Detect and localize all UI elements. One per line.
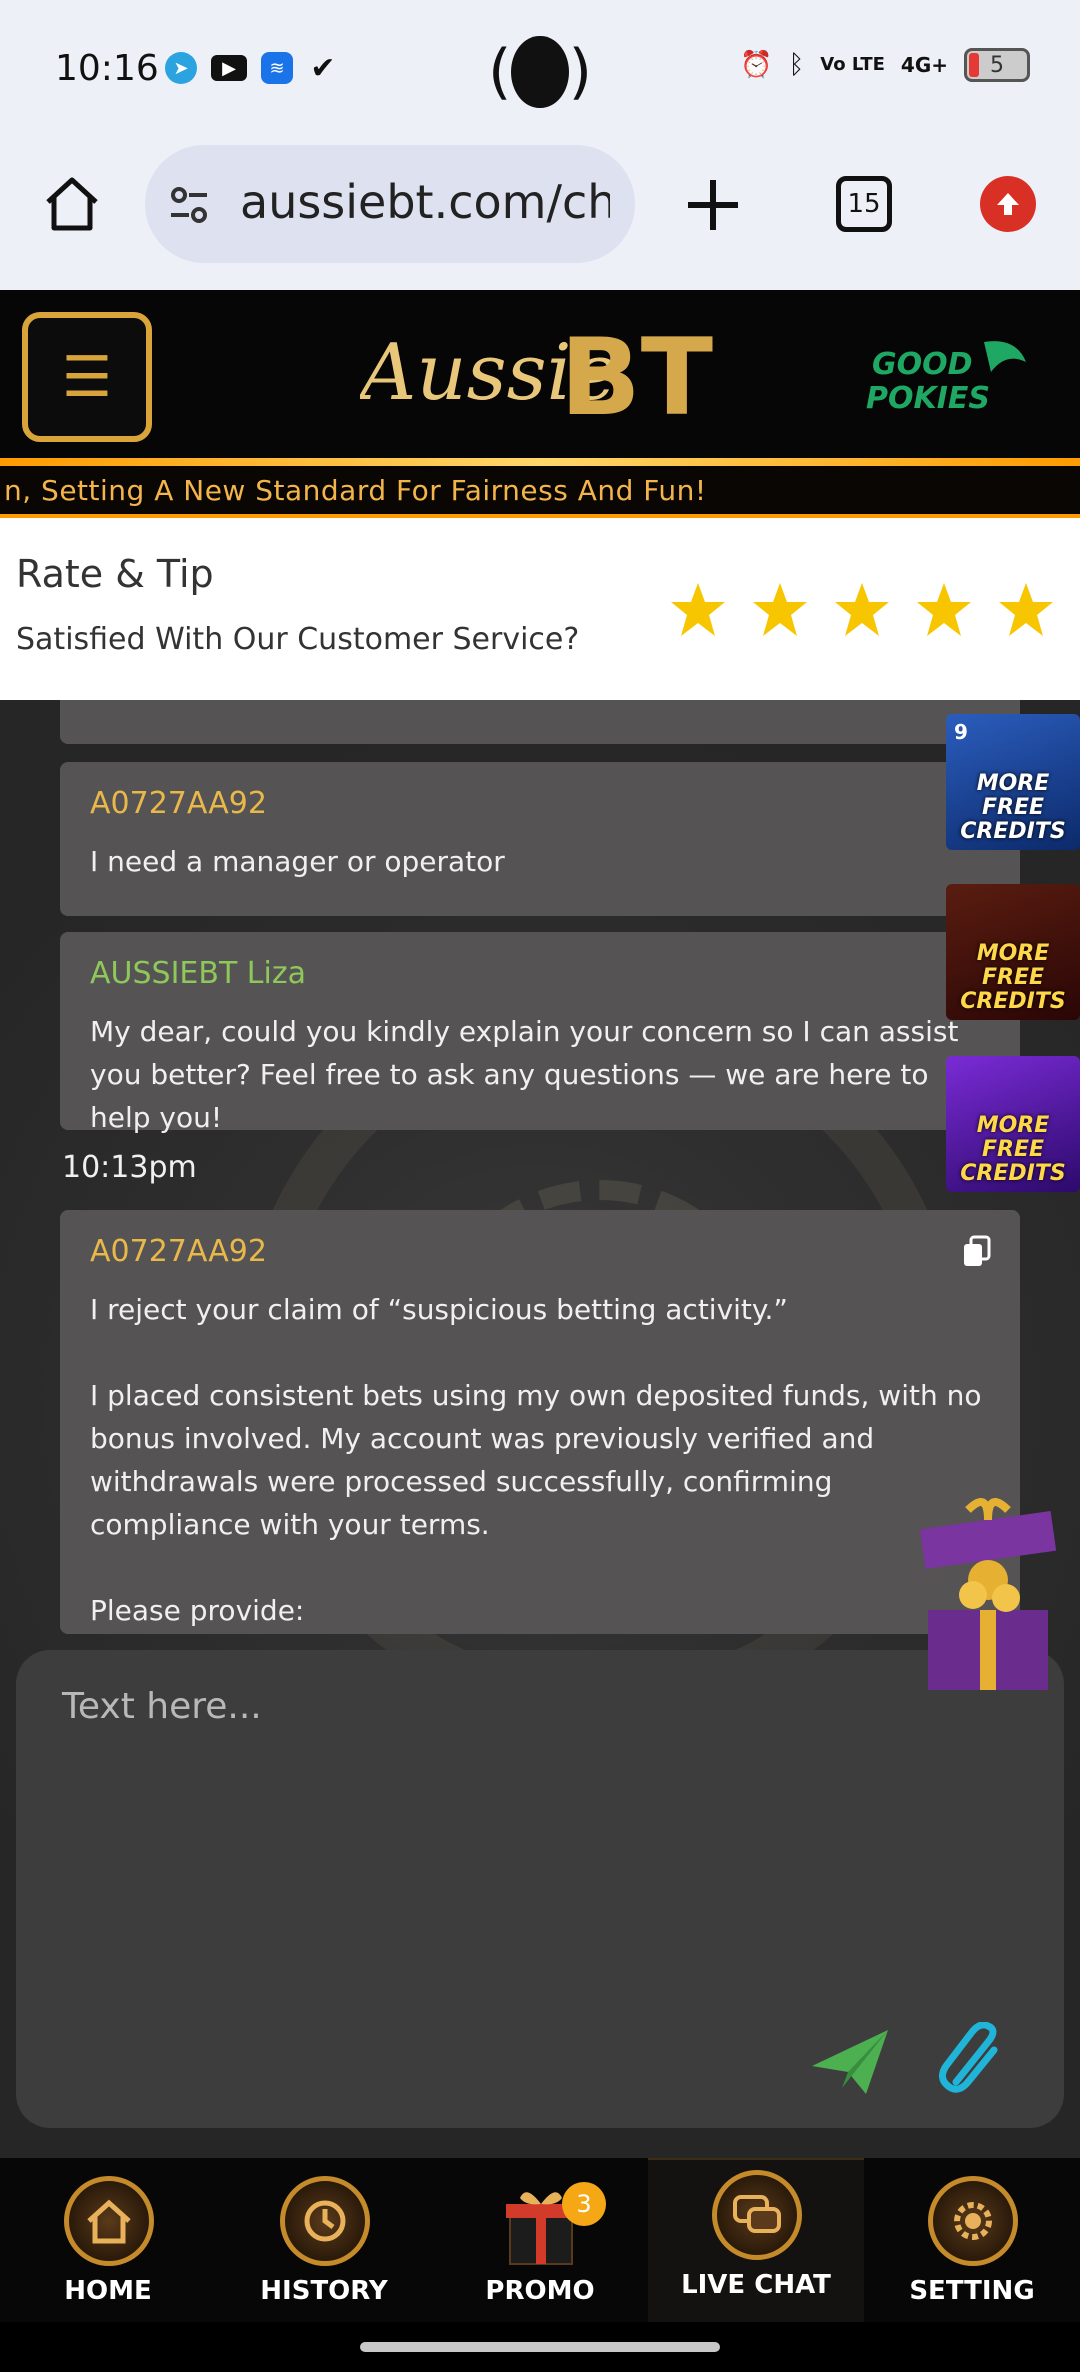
home-icon (64, 2176, 154, 2266)
star-icon[interactable] (914, 580, 974, 640)
gear-icon (928, 2176, 1018, 2266)
promo-badge: 3 (562, 2182, 606, 2226)
star-icon[interactable] (832, 580, 892, 640)
star-icon[interactable] (668, 580, 728, 640)
promo-label: MORE FREE CREDITS (960, 1113, 1066, 1186)
nav-setting[interactable]: SETTING (864, 2158, 1080, 2322)
promo-label: MORE FREE CREDITS (960, 771, 1066, 844)
message-sender: A0727AA92 (90, 786, 267, 821)
nav-label: PROMO (485, 2276, 595, 2306)
site-header: ☰ Aussie BT GOOD POKIES (0, 290, 1080, 458)
good-pokies-logo[interactable]: GOOD POKIES (866, 332, 1046, 422)
rate-subtitle: Satisfied With Our Customer Service? (16, 622, 580, 657)
youtube-icon: ▶ (211, 55, 247, 81)
nav-home[interactable]: HOME (0, 2158, 216, 2322)
update-icon[interactable] (980, 176, 1036, 232)
chat-message: A0727AA92 I need a manager or operator (60, 762, 1020, 916)
promo-label: MORE FREE CREDITS (960, 941, 1066, 1014)
network-label: 4G+ (900, 53, 948, 77)
message-text: I reject your claim of “suspicious betti… (90, 1293, 982, 1627)
nav-label: HOME (64, 2276, 152, 2306)
message-sender: A0727AA92 (90, 1234, 267, 1269)
chat-message: AUSSIEBT Liza My dear, could you kindly … (60, 932, 1020, 1134)
chat-message: A0727AA92 I reject your claim of “suspic… (60, 1210, 1020, 1634)
svg-text:POKIES: POKIES (866, 381, 990, 416)
status-time: 10:16 (55, 48, 159, 89)
chat-icon (712, 2170, 802, 2260)
telegram-icon: ➤ (165, 52, 197, 84)
nav-label: HISTORY (260, 2276, 388, 2306)
volte-label: Vo LTE (820, 54, 885, 75)
side-promo-banner[interactable]: MORE FREE CREDITS (946, 1056, 1080, 1192)
side-promo-banner[interactable]: MORE FREE CREDITS (946, 884, 1080, 1020)
promo-badge: 9 (954, 720, 968, 744)
input-placeholder[interactable]: Text here... (62, 1686, 262, 1727)
bluetooth-icon: ᛒ (788, 50, 805, 80)
system-icons: ⏰ ᛒ Vo LTE 4G+ 5 (740, 48, 1030, 82)
alarm-icon: ⏰ (740, 50, 773, 80)
wifi-app-icon: ≋ (261, 52, 293, 84)
message-timestamp: 10:13pm (62, 1150, 197, 1185)
browser-home-icon[interactable] (40, 172, 104, 236)
copy-icon[interactable] (960, 1234, 994, 1268)
battery-icon: 5 (964, 48, 1030, 82)
url-bar[interactable]: aussiebt.com/cha (145, 145, 635, 263)
bottom-navigation: HOME HISTORY 3 PROMO LIVE CHAT SETTING (0, 2158, 1080, 2322)
svg-text:BT: BT (560, 316, 713, 439)
star-rating[interactable] (668, 580, 1056, 640)
header-divider (0, 458, 1080, 466)
ticker-text: n, Setting A New Standard For Fairness A… (4, 474, 707, 507)
hotspot-indicator: () (488, 36, 592, 108)
status-bar: 10:16 ➤ ▶ ≋ ✔ () ⏰ ᛒ Vo LTE 4G+ 5 (0, 0, 1080, 140)
message-text: My dear, could you kindly explain your c… (90, 1015, 959, 1134)
aussiebt-logo[interactable]: Aussie BT (360, 304, 720, 444)
rate-title: Rate & Tip (16, 552, 214, 596)
send-icon[interactable] (808, 2026, 892, 2098)
menu-button[interactable]: ☰ (22, 312, 152, 442)
nav-live-chat[interactable]: LIVE CHAT (648, 2158, 864, 2322)
message-text: I need a manager or operator (90, 845, 505, 878)
history-icon (280, 2176, 370, 2266)
nav-history[interactable]: HISTORY (216, 2158, 432, 2322)
nav-label: SETTING (909, 2276, 1035, 2306)
nav-promo[interactable]: 3 PROMO (432, 2158, 648, 2322)
gift-box-icon[interactable] (918, 1490, 1058, 1700)
star-icon[interactable] (750, 580, 810, 640)
svg-text:GOOD: GOOD (872, 347, 973, 382)
attach-icon[interactable] (936, 2022, 1008, 2102)
url-text[interactable]: aussiebt.com/cha (240, 175, 610, 229)
star-icon[interactable] (996, 580, 1056, 640)
tab-count: 15 (847, 189, 881, 219)
new-tab-icon[interactable] (680, 172, 746, 238)
message-input[interactable]: Text here... (16, 1650, 1064, 2128)
home-indicator[interactable] (360, 2342, 720, 2352)
announcement-ticker: n, Setting A New Standard For Fairness A… (0, 466, 1080, 518)
side-promo-banner[interactable]: 9 MORE FREE CREDITS (946, 714, 1080, 850)
battery-level: 5 (990, 52, 1004, 78)
nav-label: LIVE CHAT (681, 2270, 831, 2300)
site-settings-icon[interactable] (167, 183, 211, 227)
notification-icons: ➤ ▶ ≋ ✔ (165, 50, 339, 86)
rate-tip-panel: Rate & Tip Satisfied With Our Customer S… (0, 518, 1080, 700)
message-sender: AUSSIEBT Liza (90, 956, 306, 991)
check-icon: ✔ (310, 50, 336, 86)
chat-message-partial (60, 700, 1020, 744)
tab-switcher-button[interactable]: 15 (836, 176, 892, 232)
